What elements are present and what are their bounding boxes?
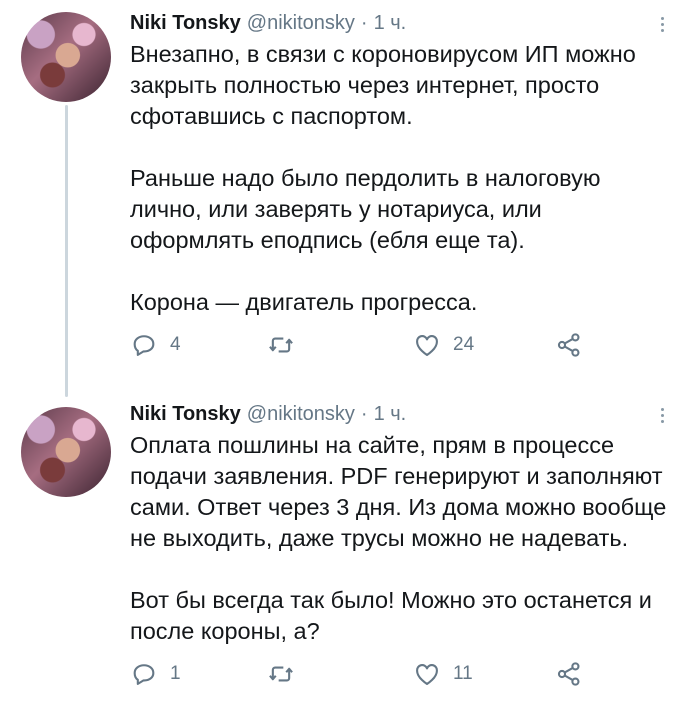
tweet-paragraph: Вот бы всегда так было! Можно это остане…	[130, 587, 652, 644]
like-count: 24	[453, 334, 475, 355]
author-handle[interactable]: @nikitonsky	[247, 12, 355, 35]
share-icon	[557, 333, 580, 357]
retweet-button[interactable]	[267, 328, 295, 362]
reply-button[interactable]: 4	[130, 328, 181, 362]
tweet-time[interactable]: 1 ч.	[374, 12, 407, 35]
tweet-time[interactable]: 1 ч.	[374, 403, 407, 426]
tweet-paragraph: Внезапно, в связи с короновирусом ИП мож…	[130, 41, 636, 129]
tweet[interactable]: Niki Tonsky @nikitonsky · 1 ч. Оплата по…	[0, 395, 700, 705]
tweet-paragraph: Раньше надо было пердолить в налоговую л…	[130, 165, 601, 253]
share-button[interactable]	[555, 328, 583, 362]
reply-button[interactable]: 1	[130, 657, 181, 691]
reply-count: 4	[170, 334, 181, 355]
heart-icon	[416, 664, 438, 685]
tweet-header: Niki Tonsky @nikitonsky · 1 ч.	[130, 8, 672, 38]
tweet-content: Niki Tonsky @nikitonsky · 1 ч. Оплата по…	[130, 399, 672, 647]
heart-icon	[416, 335, 438, 356]
author-name[interactable]: Niki Tonsky	[130, 12, 241, 35]
share-button[interactable]	[555, 657, 583, 691]
like-button[interactable]: 24	[413, 328, 474, 362]
author-handle[interactable]: @nikitonsky	[247, 403, 355, 426]
separator-dot: ·	[360, 402, 368, 425]
tweet-content: Niki Tonsky @nikitonsky · 1 ч. Внезапно,…	[130, 8, 672, 318]
retweet-button[interactable]	[267, 657, 295, 691]
tweet-actions: 4 24	[130, 328, 610, 362]
tweet-text: Внезапно, в связи с короновирусом ИП мож…	[130, 39, 672, 318]
tweet-paragraph: Оплата пошлины на сайте, прям в процессе…	[130, 432, 667, 551]
tweet-actions: 1 11	[130, 657, 610, 691]
avatar[interactable]	[21, 12, 111, 102]
retweet-icon	[269, 337, 293, 353]
like-count: 11	[453, 663, 473, 684]
reply-icon	[133, 664, 155, 685]
avatar[interactable]	[21, 407, 111, 497]
tweet-text: Оплата пошлины на сайте, прям в процессе…	[130, 430, 672, 647]
retweet-icon	[269, 666, 293, 682]
more-vertical-icon[interactable]	[652, 12, 672, 36]
separator-dot: ·	[360, 11, 368, 34]
reply-icon	[133, 335, 155, 356]
tweet-header: Niki Tonsky @nikitonsky · 1 ч.	[130, 399, 672, 429]
share-icon	[557, 662, 580, 686]
author-name[interactable]: Niki Tonsky	[130, 403, 241, 426]
reply-count: 1	[170, 663, 181, 684]
tweet[interactable]: Niki Tonsky @nikitonsky · 1 ч. Внезапно,…	[0, 0, 700, 395]
tweet-paragraph: Корона — двигатель прогресса.	[130, 289, 478, 315]
like-button[interactable]: 11	[413, 657, 473, 691]
more-vertical-icon[interactable]	[652, 403, 672, 427]
